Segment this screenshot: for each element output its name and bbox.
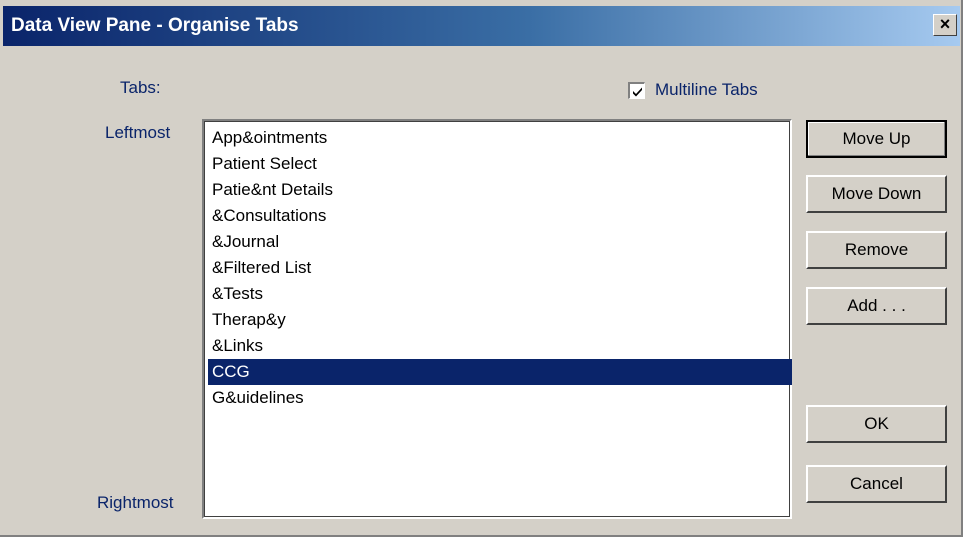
list-item[interactable]: &Tests — [208, 281, 792, 307]
list-item[interactable]: G&uidelines — [208, 385, 792, 411]
checkbox-box[interactable] — [628, 81, 645, 99]
remove-button[interactable]: Remove — [806, 231, 947, 269]
ok-button[interactable]: OK — [806, 405, 947, 443]
list-item[interactable]: App&ointments — [208, 125, 792, 151]
tabs-label: Tabs: — [120, 78, 161, 97]
organise-tabs-dialog: Data View Pane - Organise Tabs × Tabs: M… — [0, 0, 963, 537]
cancel-button[interactable]: Cancel — [806, 465, 947, 503]
window-title: Data View Pane - Organise Tabs — [11, 15, 299, 36]
multiline-tabs-checkbox[interactable]: Multiline Tabs — [628, 78, 758, 102]
list-item[interactable]: Patie&nt Details — [208, 177, 792, 203]
add-button[interactable]: Add . . . — [806, 287, 947, 325]
move-down-button[interactable]: Move Down — [806, 175, 947, 213]
multiline-tabs-label: Multiline Tabs — [655, 80, 758, 99]
close-button[interactable]: × — [933, 14, 957, 36]
list-item[interactable]: &Consultations — [208, 203, 792, 229]
list-item[interactable]: Patient Select — [208, 151, 792, 177]
list-item[interactable]: &Filtered List — [208, 255, 792, 281]
checkmark-icon — [633, 87, 642, 96]
move-up-button[interactable]: Move Up — [806, 120, 947, 158]
close-icon: × — [939, 14, 951, 34]
list-item[interactable]: &Journal — [208, 229, 792, 255]
title-bar: Data View Pane - Organise Tabs × — [3, 6, 960, 46]
rightmost-label: Rightmost — [97, 493, 174, 512]
list-item[interactable]: Therap&y — [208, 307, 792, 333]
leftmost-label: Leftmost — [105, 123, 171, 142]
list-item-selected[interactable]: CCG — [208, 359, 792, 385]
list-item[interactable]: &Links — [208, 333, 792, 359]
tabs-listbox[interactable]: App&ointments Patient Select Patie&nt De… — [202, 119, 792, 519]
